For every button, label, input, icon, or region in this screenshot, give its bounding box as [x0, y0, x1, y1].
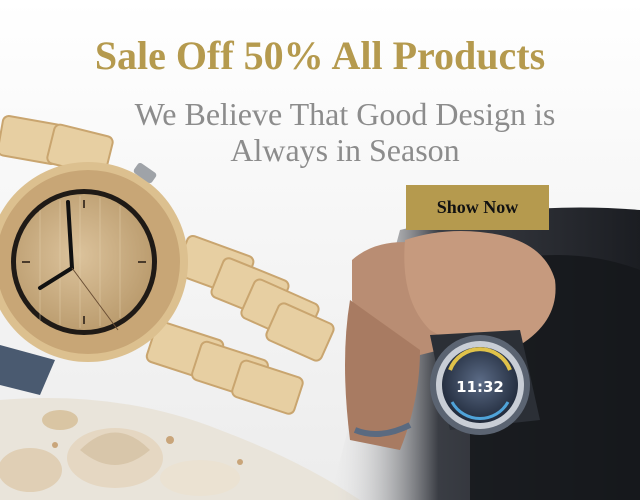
- show-now-button[interactable]: Show Now: [406, 185, 549, 230]
- promo-banner: 11:32 Sale Off 50% All Products We Belie…: [0, 0, 640, 500]
- smartwatch-image: 11:32: [430, 330, 540, 435]
- sale-headline: Sale Off 50% All Products: [94, 33, 546, 78]
- tagline: We Believe That Good Design is Always in…: [100, 96, 590, 168]
- seashell-decoration: [0, 398, 360, 500]
- smartwatch-time: 11:32: [456, 378, 504, 396]
- tagline-line-2: Always in Season: [230, 132, 460, 168]
- tagline-line-1: We Believe That Good Design is: [134, 96, 556, 132]
